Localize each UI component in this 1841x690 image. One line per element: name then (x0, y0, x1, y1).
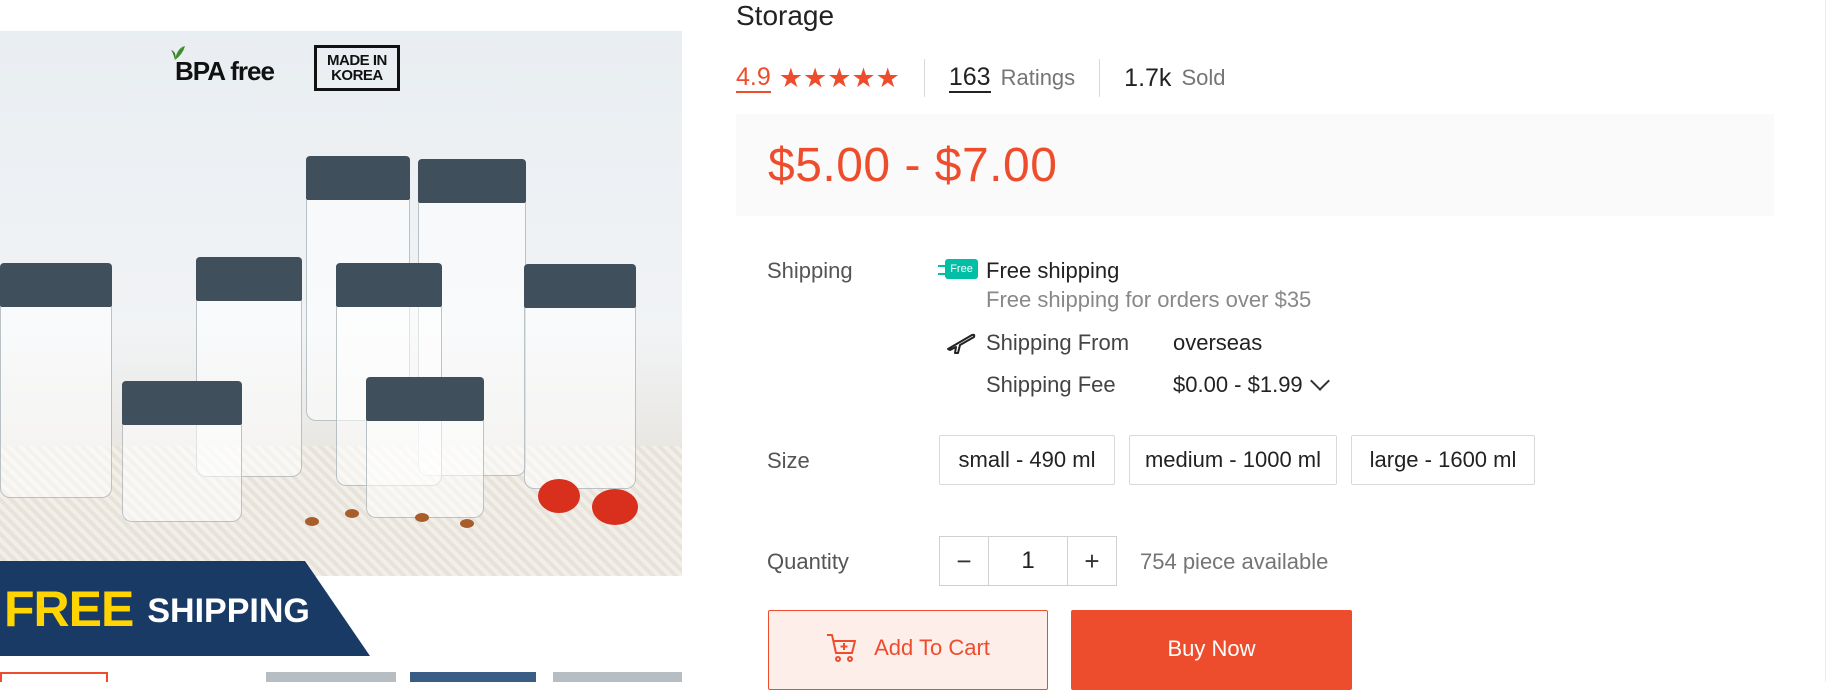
thumbnail-3[interactable] (410, 672, 536, 682)
shipping-fee-dropdown[interactable]: $0.00 - $1.99 (1173, 371, 1330, 398)
quantity-decrease-button[interactable]: − (940, 537, 988, 585)
jar-apricots (122, 381, 242, 522)
product-main-image[interactable]: BPA free MADE IN KOREA (0, 31, 682, 576)
thumbnail-1[interactable] (0, 672, 108, 682)
jar-almonds (366, 377, 484, 518)
made-in-korea-badge: MADE IN KOREA (313, 45, 400, 91)
size-option-medium[interactable]: medium - 1000 ml (1129, 435, 1337, 485)
ratings-label: Ratings (1000, 65, 1076, 90)
banner-shipping-text: SHIPPING (147, 592, 310, 630)
quantity-input[interactable]: 1 (988, 537, 1068, 585)
free-shipping-note: Free shipping for orders over $35 (986, 287, 1312, 312)
size-option-small[interactable]: small - 490 ml (939, 435, 1115, 485)
buy-now-button[interactable]: Buy Now (1071, 610, 1352, 690)
free-shipping-title: Free shipping (986, 258, 1120, 283)
jar-peppers (0, 263, 112, 498)
size-label: Size (767, 448, 810, 473)
free-shipping-icon: Free (938, 259, 978, 283)
add-to-cart-label: Add To Cart (874, 635, 990, 660)
shipping-fee-label: Shipping Fee (986, 372, 1116, 397)
rating-score[interactable]: 4.9 (736, 63, 771, 93)
shipping-fee-value: $0.00 - $1.99 (1173, 372, 1303, 397)
leaf-icon (171, 45, 185, 60)
divider (923, 59, 925, 97)
shipping-from-label: Shipping From (986, 330, 1130, 355)
made-in-line1: MADE IN (327, 52, 387, 69)
made-in-line2: KOREA (331, 67, 383, 84)
shipping-from-value: overseas (1173, 330, 1263, 355)
rating-row: 4.9 ★ ★ ★ ★ ★ 163 Ratings 1.7k Sold (736, 59, 1226, 97)
price-box: $5.00 - $7.00 (736, 114, 1774, 216)
bpa-text: BPA free (175, 55, 275, 86)
loose-tomato (592, 489, 638, 525)
page-scrollbar[interactable] (1825, 0, 1841, 682)
star-icon: ★ (827, 62, 852, 93)
rating-stars: ★ ★ ★ ★ ★ (778, 62, 900, 93)
banner-free-text: FREE (4, 580, 134, 637)
thumbnail-4[interactable] (553, 672, 682, 682)
price-range: $5.00 - $7.00 (768, 139, 1058, 192)
star-icon: ★ (802, 62, 828, 93)
thumbnail-2[interactable] (266, 672, 396, 682)
cart-plus-icon (827, 634, 857, 662)
star-icon: ★ (875, 62, 900, 93)
quantity-increase-button[interactable]: + (1068, 537, 1116, 585)
quantity-stepper: − 1 + (939, 536, 1117, 586)
stock-available: 754 piece available (1140, 549, 1329, 574)
jar-tomatoes (524, 264, 636, 489)
ratings-count[interactable]: 163 (948, 63, 991, 93)
add-to-cart-button[interactable]: Add To Cart (768, 610, 1048, 690)
divider (1099, 59, 1101, 97)
quantity-label: Quantity (767, 549, 849, 574)
loose-almond (460, 519, 474, 528)
sold-count: 1.7k (1124, 63, 1172, 92)
free-shipping-banner: FREE SHIPPING (0, 561, 370, 656)
size-option-large[interactable]: large - 1600 ml (1351, 435, 1535, 485)
loose-tomato (538, 479, 580, 513)
shipping-label: Shipping (767, 258, 853, 283)
sold-label: Sold (1181, 65, 1226, 90)
airplane-icon (947, 333, 976, 354)
chevron-down-icon (1309, 371, 1330, 391)
star-icon: ★ (851, 62, 876, 93)
star-icon: ★ (778, 62, 803, 93)
loose-almond (345, 509, 359, 518)
loose-almond (415, 513, 429, 522)
bpa-free-badge: BPA free (171, 45, 275, 87)
image-badges: BPA free MADE IN KOREA (171, 45, 400, 91)
loose-almond (305, 517, 319, 526)
product-title: Storage (736, 0, 835, 31)
free-badge-text: Free (945, 259, 978, 279)
